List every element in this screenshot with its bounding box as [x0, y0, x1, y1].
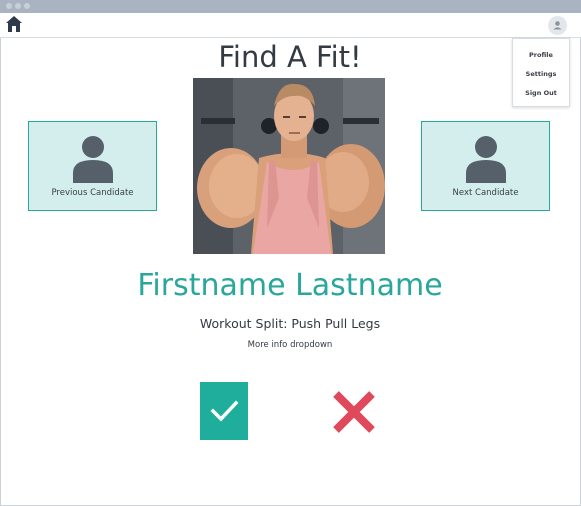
more-info-dropdown[interactable]: More info dropdown: [190, 340, 390, 350]
reject-button[interactable]: [331, 389, 377, 435]
window-control-dot[interactable]: [15, 3, 21, 9]
menu-item-settings[interactable]: Settings: [513, 70, 569, 78]
top-navbar: [0, 13, 581, 38]
previous-candidate-label: Previous Candidate: [51, 188, 134, 198]
profile-menu-button[interactable]: [548, 16, 567, 35]
user-icon: [466, 136, 506, 183]
next-candidate-button[interactable]: Next Candidate: [421, 121, 550, 211]
user-icon: [553, 21, 562, 30]
previous-candidate-button[interactable]: Previous Candidate: [28, 121, 157, 211]
candidate-name: Firstname Lastname: [137, 268, 443, 303]
menu-item-sign-out[interactable]: Sign Out: [513, 89, 569, 97]
home-icon: [6, 16, 22, 32]
user-icon: [73, 136, 113, 183]
menu-item-profile[interactable]: Profile: [513, 51, 569, 59]
workout-split-text: Workout Split: Push Pull Legs: [199, 316, 381, 331]
home-button[interactable]: [5, 15, 25, 35]
window-control-dot[interactable]: [6, 3, 12, 9]
profile-dropdown-menu: Profile Settings Sign Out: [512, 38, 570, 107]
next-candidate-label: Next Candidate: [452, 188, 519, 198]
accept-button[interactable]: [200, 382, 248, 440]
x-icon: [333, 391, 375, 433]
page-title: Find A Fit!: [218, 40, 362, 74]
window-control-dot[interactable]: [24, 3, 30, 9]
checkmark-icon: [210, 400, 239, 422]
candidate-photo: [193, 78, 385, 254]
window-titlebar: [0, 0, 581, 13]
